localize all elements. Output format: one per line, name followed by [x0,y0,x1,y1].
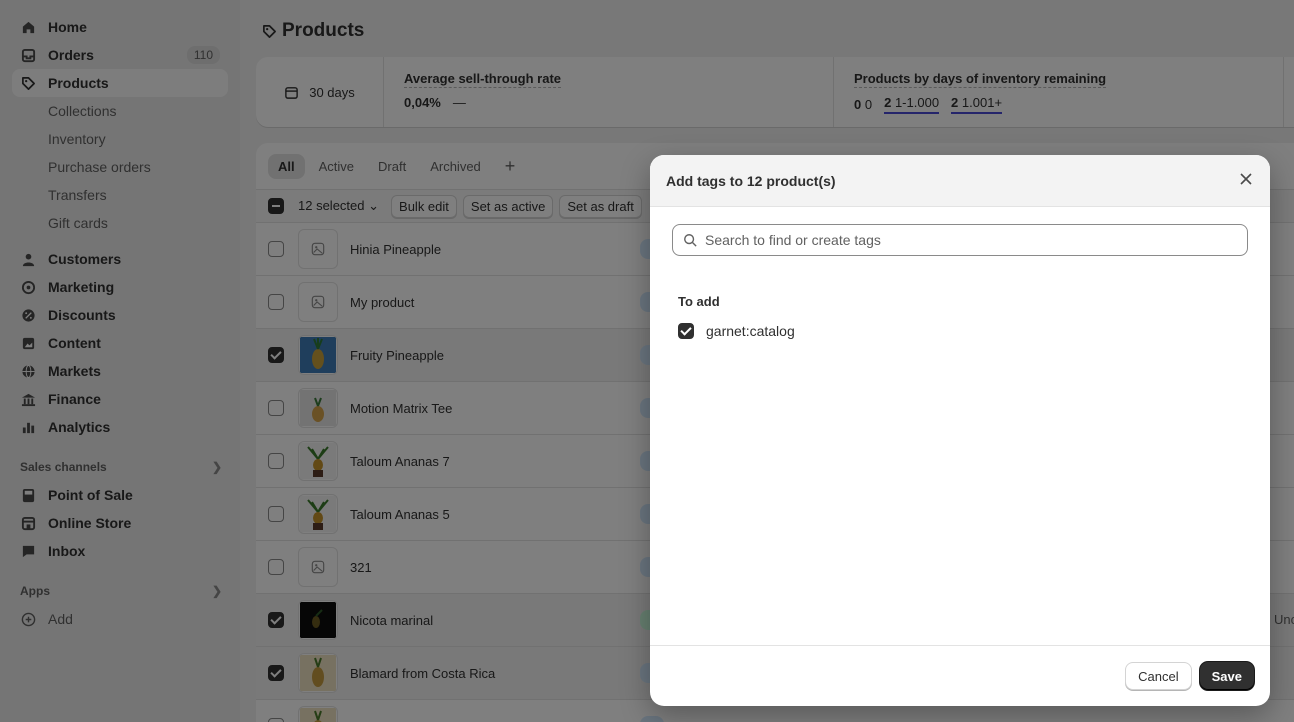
tag-option[interactable]: garnet:catalog [678,323,1270,339]
modal-header: Add tags to 12 product(s) [650,155,1270,207]
to-add-heading: To add [678,294,720,309]
tag-checkbox[interactable] [678,323,694,339]
cancel-button[interactable]: Cancel [1125,662,1192,690]
tag-search-input[interactable] [705,232,1225,248]
modal-footer: Cancel Save [650,645,1270,706]
close-icon[interactable] [1238,171,1254,190]
partial-column-text: Unc [1274,612,1294,627]
add-tags-modal: Add tags to 12 product(s) To add garnet:… [650,155,1270,706]
tag-label: garnet:catalog [706,323,795,339]
save-button[interactable]: Save [1199,662,1254,690]
modal-title: Add tags to 12 product(s) [666,172,836,189]
tag-search-field[interactable] [672,224,1248,256]
search-icon [684,234,697,247]
